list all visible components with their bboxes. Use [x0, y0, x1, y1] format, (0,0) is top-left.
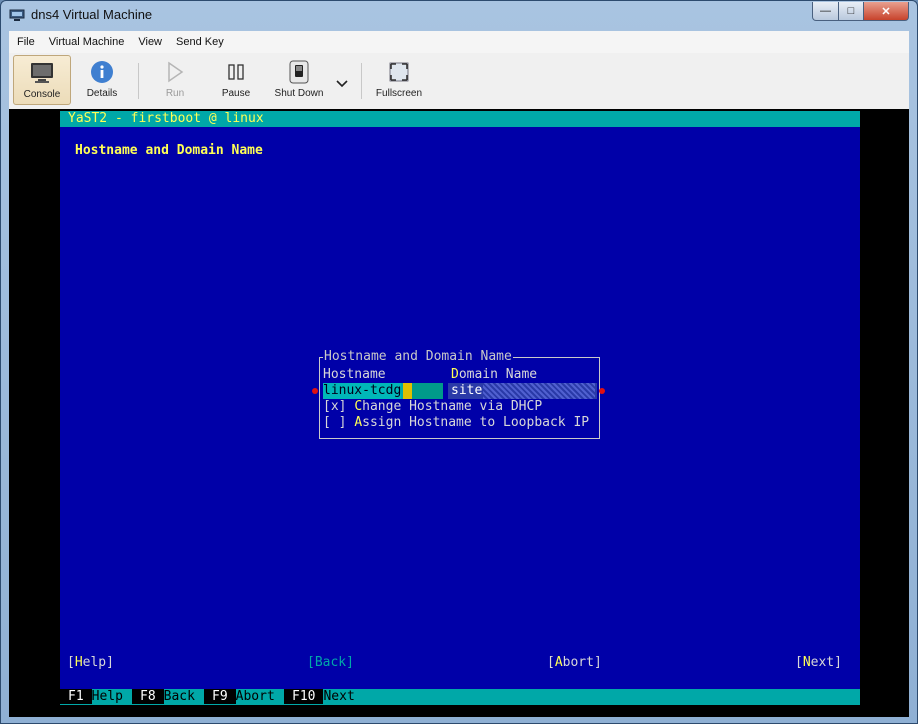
fullscreen-button[interactable]: Fullscreen [371, 55, 427, 105]
hostname-input-padding [412, 383, 443, 399]
fullscreen-icon [386, 59, 412, 85]
shutdown-menu-button[interactable] [332, 55, 352, 105]
maximize-button[interactable]: □ [838, 2, 864, 21]
pause-icon [223, 59, 249, 85]
yast-title: YaST2 - firstboot @ linux [68, 111, 264, 126]
fullscreen-label: Fullscreen [375, 88, 423, 99]
chevron-down-icon [329, 71, 355, 97]
play-icon [162, 59, 188, 85]
menu-virtual-machine[interactable]: Virtual Machine [41, 36, 131, 48]
yast-terminal: YaST2 - firstboot @ linux Hostname and D… [60, 111, 860, 705]
shutdown-label: Shut Down [274, 88, 324, 99]
fkey-back[interactable]: F8 Back [132, 689, 195, 705]
toolbar: Console Details Run Pause Shut Down Full… [9, 53, 909, 110]
vm-console-screen[interactable]: YaST2 - firstboot @ linux Hostname and D… [9, 109, 909, 717]
text-cursor [403, 383, 412, 399]
console-button[interactable]: Console [13, 55, 71, 105]
menu-bar: File Virtual Machine View Send Key [9, 31, 909, 53]
pause-label: Pause [221, 88, 251, 99]
page-heading: Hostname and Domain Name [75, 143, 263, 158]
menu-view[interactable]: View [130, 36, 168, 48]
yast-title-bar: YaST2 - firstboot @ linux [60, 111, 860, 127]
frame-title: Hostname and Domain Name [323, 349, 513, 365]
help-button[interactable]: [Help] [67, 655, 114, 671]
pause-button[interactable]: Pause [213, 55, 259, 105]
fkey-help[interactable]: F1 Help [60, 689, 123, 705]
fkey-abort[interactable]: F9 Abort [204, 689, 275, 705]
info-icon [89, 59, 115, 85]
domain-label: Domain Name [451, 367, 538, 382]
field-marker-left [312, 388, 318, 394]
monitor-icon [29, 60, 55, 86]
next-button[interactable]: [Next] [795, 655, 842, 671]
back-button[interactable]: [Back] [307, 655, 354, 671]
close-button[interactable]: ✕ [863, 2, 909, 21]
details-button[interactable]: Details [77, 55, 127, 105]
dhcp-checkbox-box: [x] [323, 399, 347, 414]
run-label: Run [165, 88, 185, 99]
shutdown-button[interactable]: Shut Down [269, 55, 329, 105]
domain-value: site [451, 383, 483, 398]
domain-input[interactable]: site [448, 383, 597, 399]
loopback-checkbox[interactable]: [ ] Assign Hostname to Loopback IP [323, 415, 589, 431]
console-label: Console [23, 89, 61, 100]
field-marker-right [599, 388, 605, 394]
toolbar-separator [138, 63, 139, 99]
abort-button[interactable]: [Abort] [547, 655, 602, 671]
hostname-label: Hostname [323, 367, 386, 382]
loopback-checkbox-box: [ ] [323, 415, 347, 430]
fkey-next[interactable]: F10 Next [284, 689, 355, 705]
minimize-button[interactable]: — [812, 2, 839, 21]
window-title: dns4 Virtual Machine [31, 7, 153, 22]
vm-client-area: File Virtual Machine View Send Key Conso… [9, 31, 909, 717]
hostname-value: linux-tcdg [323, 383, 402, 399]
vm-window: dns4 Virtual Machine — □ ✕ File Virtual … [0, 0, 918, 724]
virtual-machine-icon [9, 9, 25, 21]
title-bar[interactable]: dns4 Virtual Machine — □ ✕ [1, 1, 917, 29]
toolbar-separator [361, 63, 362, 99]
run-button[interactable]: Run [152, 55, 198, 105]
menu-file[interactable]: File [9, 36, 41, 48]
menu-send-key[interactable]: Send Key [168, 36, 230, 48]
dhcp-checkbox[interactable]: [x] Change Hostname via DHCP [323, 399, 542, 415]
details-label: Details [86, 88, 118, 99]
domain-input-padding [483, 383, 595, 399]
power-switch-icon [286, 59, 312, 85]
hostname-input[interactable]: linux-tcdg [323, 383, 443, 399]
